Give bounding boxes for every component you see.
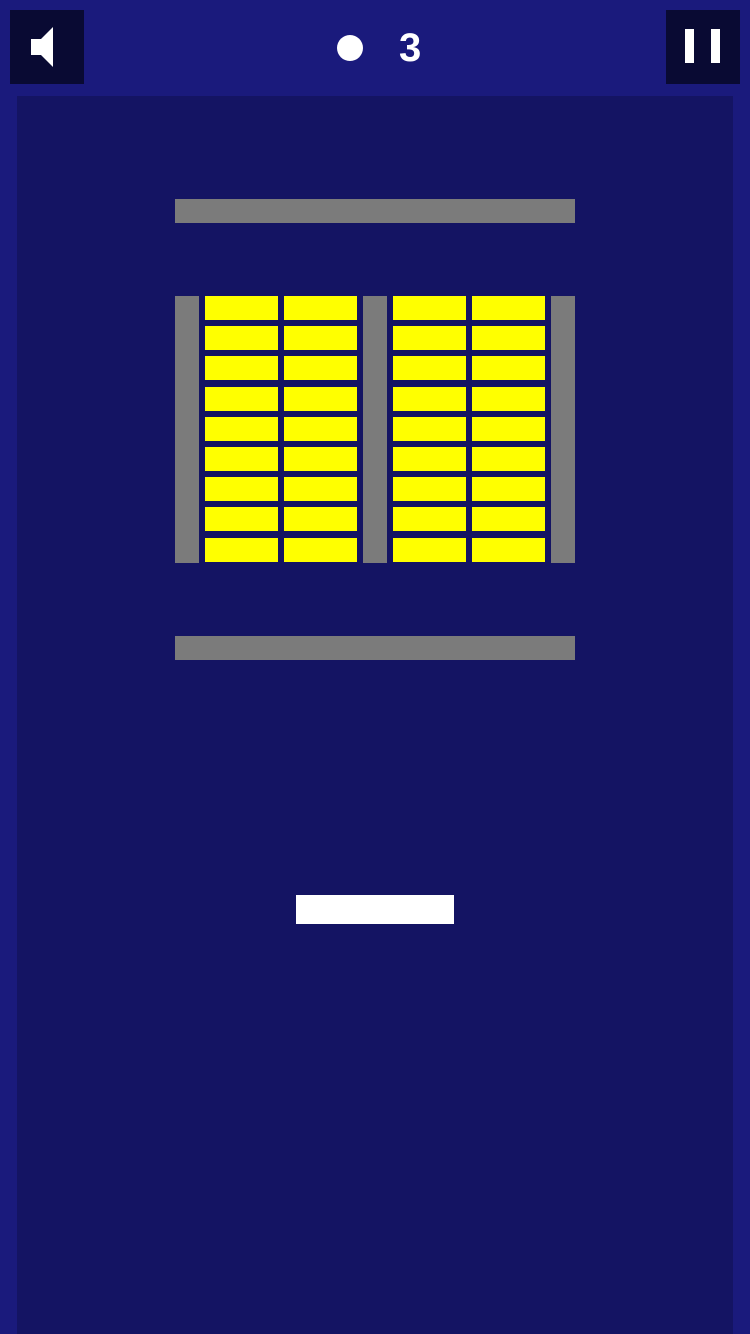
- brick: [205, 296, 278, 320]
- brick: [393, 507, 466, 531]
- brick: [284, 447, 357, 471]
- lives-count: 3: [399, 25, 422, 70]
- lives-counter: 3: [337, 18, 421, 78]
- brick: [284, 387, 357, 411]
- middle-wall: [363, 296, 387, 563]
- brick: [393, 326, 466, 350]
- brick: [205, 417, 278, 441]
- brick: [205, 326, 278, 350]
- brick: [284, 356, 357, 380]
- brick: [472, 447, 545, 471]
- brick: [205, 356, 278, 380]
- brick: [472, 507, 545, 531]
- pause-icon: [685, 29, 720, 63]
- brick: [472, 538, 545, 562]
- pause-button[interactable]: [666, 10, 740, 84]
- brick: [393, 417, 466, 441]
- brick: [284, 296, 357, 320]
- top-wall: [175, 199, 575, 223]
- brick: [393, 356, 466, 380]
- bottom-wall: [175, 636, 575, 660]
- brick: [284, 507, 357, 531]
- brick: [472, 326, 545, 350]
- brick: [205, 387, 278, 411]
- ball-icon: [337, 35, 363, 61]
- brick: [393, 538, 466, 562]
- top-bar: 3: [0, 0, 750, 96]
- brick: [205, 447, 278, 471]
- brick: [205, 507, 278, 531]
- brick: [284, 477, 357, 501]
- brick: [284, 326, 357, 350]
- brick: [205, 538, 278, 562]
- paddle[interactable]: [296, 895, 454, 924]
- brick: [393, 296, 466, 320]
- brick: [284, 538, 357, 562]
- brick: [393, 387, 466, 411]
- brick: [472, 477, 545, 501]
- brick: [393, 477, 466, 501]
- brick: [472, 296, 545, 320]
- brick: [472, 356, 545, 380]
- brick: [472, 387, 545, 411]
- left-wall: [175, 296, 199, 563]
- game-field: [17, 96, 733, 1334]
- right-wall: [551, 296, 575, 563]
- brick: [393, 447, 466, 471]
- brick: [205, 477, 278, 501]
- brick: [472, 417, 545, 441]
- speaker-icon: [31, 27, 53, 67]
- sound-button[interactable]: [10, 10, 84, 84]
- brick: [284, 417, 357, 441]
